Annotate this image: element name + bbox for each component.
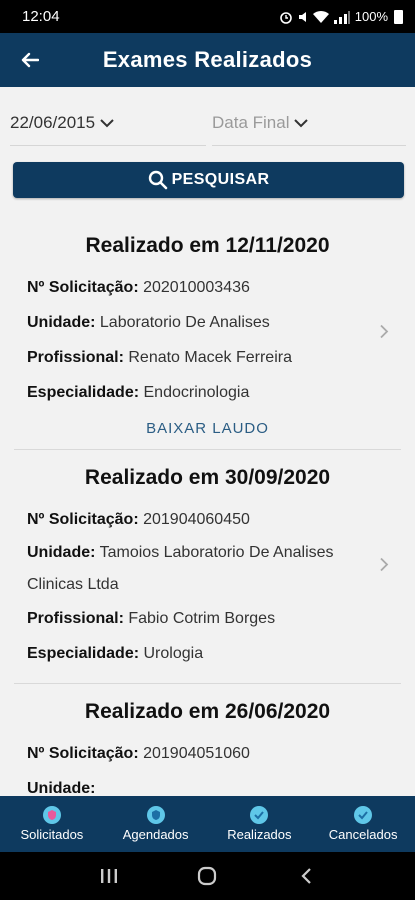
exam-date-title: Realizado em 12/11/2020 [85, 234, 330, 257]
exam-card[interactable]: Realizado em 30/09/2020 Nº Solicitação: … [14, 450, 401, 684]
bottom-nav: Solicitados Agendados Realizados Cancela… [0, 796, 415, 852]
page-title: Exames Realizados [102, 47, 313, 72]
status-bar: 12:04 100% [0, 0, 415, 33]
system-back-button[interactable] [286, 856, 326, 896]
chevron-down-icon [99, 118, 115, 128]
recent-apps-button[interactable] [89, 856, 129, 896]
arrow-left-icon [21, 52, 39, 68]
chevron-right-icon [379, 323, 389, 344]
end-date-placeholder: Data Final [212, 112, 290, 132]
nav-label: Agendados [122, 827, 189, 842]
exam-date-title: Realizado em 30/09/2020 [84, 466, 331, 489]
shield-check-icon [250, 806, 269, 824]
status-icons: 100% [279, 9, 403, 24]
app-bar: Exames Realizados [0, 33, 415, 87]
nav-label: Solicitados [20, 827, 84, 842]
chevron-right-icon [379, 556, 389, 577]
exam-request-number: Nº Solicitação: 201904051060 [27, 745, 250, 762]
start-date-value: 22/06/2015 [10, 112, 96, 132]
search-button-label: PESQUISAR [171, 171, 270, 188]
nav-realizados[interactable]: Realizados [208, 796, 312, 852]
exam-list: Realizado em 12/11/2020 Nº Solicitação: … [0, 218, 415, 796]
exam-unit: Unidade: Tamoios Laboratorio De Analises… [27, 544, 334, 593]
nav-cancelados[interactable]: Cancelados [311, 796, 415, 852]
status-time: 12:04 [22, 8, 60, 25]
system-nav-bar [0, 852, 415, 900]
shield-icon [146, 806, 165, 824]
exam-card[interactable]: Realizado em 26/06/2020 Nº Solicitação: … [14, 684, 401, 796]
exam-professional: Profissional: Fabio Cotrim Borges [27, 610, 276, 627]
exam-card[interactable]: Realizado em 12/11/2020 Nº Solicitação: … [14, 218, 401, 450]
search-button[interactable]: PESQUISAR [13, 162, 404, 198]
wifi-icon [312, 10, 329, 23]
nav-agendados[interactable]: Agendados [104, 796, 208, 852]
exam-unit: Unidade: [27, 780, 96, 796]
search-icon [148, 170, 167, 190]
exam-specialty: Especialidade: Endocrinologia [27, 384, 250, 401]
exam-request-number: Nº Solicitação: 201904060450 [27, 511, 250, 528]
battery-icon [394, 9, 403, 24]
exam-request-number: Nº Solicitação: 202010003436 [27, 279, 250, 296]
shield-icon [42, 806, 61, 824]
recent-apps-icon [101, 869, 118, 883]
exam-specialty: Especialidade: Urologia [27, 645, 204, 662]
signal-icon [333, 10, 350, 24]
exam-professional: Profissional: Renato Macek Ferreira [27, 349, 292, 366]
nav-label: Cancelados [328, 827, 398, 842]
chevron-left-icon [301, 868, 311, 884]
download-report-link[interactable]: BAIXAR LAUDO [14, 410, 401, 449]
exam-unit: Unidade: Laboratorio De Analises [27, 314, 270, 331]
back-button[interactable] [0, 33, 60, 87]
nav-solicitados[interactable]: Solicitados [0, 796, 104, 852]
chevron-down-icon [293, 118, 309, 128]
start-date-dropdown[interactable]: 22/06/2015 [10, 100, 206, 146]
home-icon [198, 866, 217, 886]
exam-date-title: Realizado em 26/06/2020 [84, 700, 331, 723]
home-button[interactable] [187, 856, 227, 896]
mute-icon [298, 11, 306, 22]
date-filters: 22/06/2015 Data Final [0, 100, 415, 148]
alarm-icon [279, 11, 292, 24]
nav-label: Realizados [227, 827, 292, 842]
shield-check-icon [354, 806, 373, 824]
battery-percent: 100% [354, 9, 388, 24]
end-date-dropdown[interactable]: Data Final [212, 100, 406, 146]
